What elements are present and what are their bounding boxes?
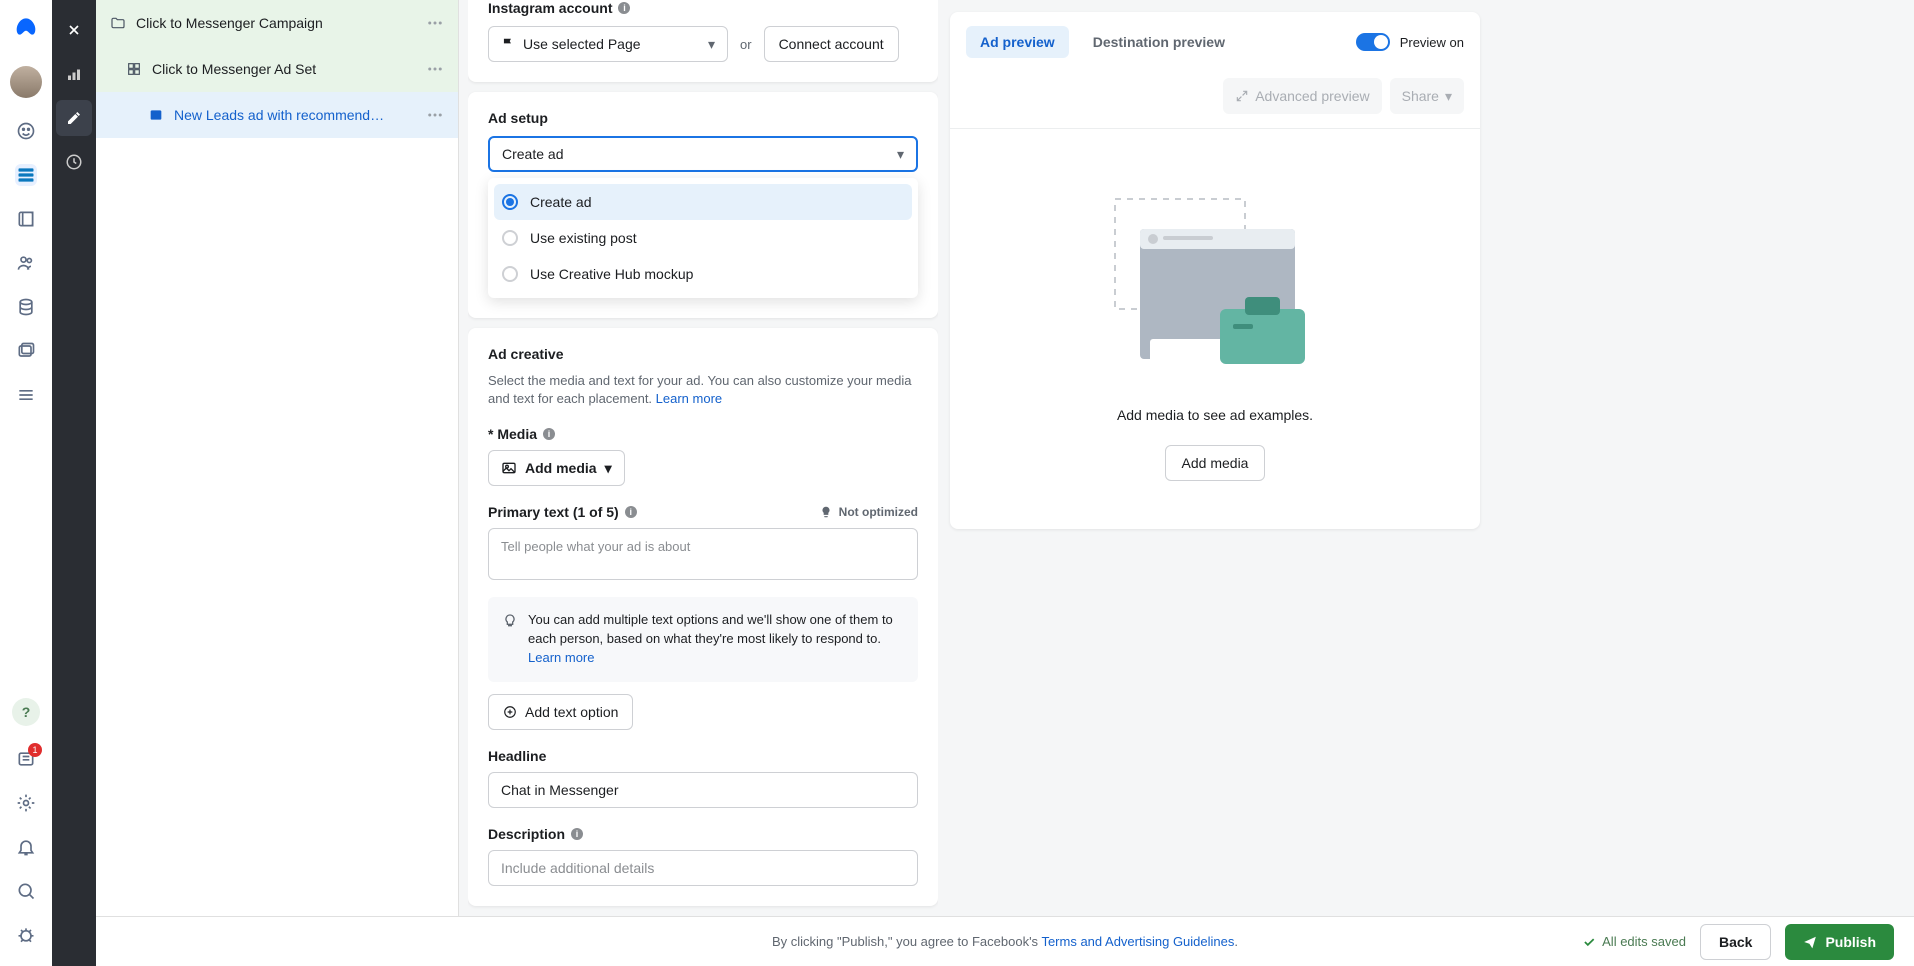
more-icon[interactable] <box>426 106 444 124</box>
radio-off-icon <box>502 230 518 246</box>
grid-icon <box>126 61 142 77</box>
flag-icon <box>501 37 515 51</box>
audiences-icon[interactable] <box>15 252 37 274</box>
description-input[interactable] <box>488 850 918 886</box>
preview-toggle[interactable] <box>1356 33 1390 51</box>
dropdown-option-create-ad[interactable]: Create ad <box>494 184 912 220</box>
preview-add-media-button[interactable]: Add media <box>1165 445 1266 481</box>
events-icon[interactable] <box>15 340 37 362</box>
image-icon <box>501 460 517 476</box>
share-button[interactable]: Share ▾ <box>1390 78 1464 114</box>
preview-empty-message: Add media to see ad examples. <box>1117 407 1313 423</box>
notifications-icon[interactable] <box>15 836 37 858</box>
ad-setup-title: Ad setup <box>488 110 918 126</box>
tree-adset[interactable]: Click to Messenger Ad Set <box>96 46 458 92</box>
chevron-down-icon: ▾ <box>1445 88 1452 105</box>
chart-icon[interactable] <box>56 56 92 92</box>
primary-text-input[interactable] <box>488 528 918 580</box>
advanced-preview-button[interactable]: Advanced preview <box>1223 78 1381 114</box>
add-media-button[interactable]: Add media ▾ <box>488 450 625 486</box>
chevron-down-icon: ▾ <box>708 36 715 53</box>
chevron-down-icon: ▾ <box>897 146 904 163</box>
user-avatar[interactable] <box>10 66 42 98</box>
close-button[interactable] <box>56 12 92 48</box>
description-label: Description <box>488 826 565 842</box>
info-icon[interactable]: i <box>543 428 555 440</box>
bulb-icon <box>819 505 833 519</box>
help-button[interactable]: ? <box>12 698 40 726</box>
learn-more-link[interactable]: Learn more <box>528 650 594 665</box>
back-button[interactable]: Back <box>1700 924 1771 960</box>
footer-agree-text: By clicking "Publish," you agree to Face… <box>772 934 1041 949</box>
connect-account-button[interactable]: Connect account <box>764 26 899 62</box>
info-icon[interactable]: i <box>571 828 583 840</box>
instagram-label: Instagram account <box>488 0 612 16</box>
tab-ad-preview[interactable]: Ad preview <box>966 26 1069 58</box>
info-icon[interactable]: i <box>618 2 630 14</box>
media-label: * Media <box>488 426 537 442</box>
headline-label: Headline <box>488 748 918 764</box>
instagram-page-select[interactable]: Use selected Page ▾ <box>488 26 728 62</box>
all-tools-icon[interactable] <box>15 384 37 406</box>
radio-off-icon <box>502 266 518 282</box>
headline-input[interactable] <box>488 772 918 808</box>
history-icon[interactable] <box>56 144 92 180</box>
learn-more-link[interactable]: Learn more <box>656 391 722 406</box>
or-text: or <box>740 37 752 52</box>
tree-ad-label: New Leads ad with recommend… <box>174 107 426 123</box>
radio-on-icon <box>502 194 518 210</box>
chevron-down-icon: ▾ <box>605 460 612 477</box>
add-text-option-button[interactable]: Add text option <box>488 694 633 730</box>
terms-link[interactable]: Terms and Advertising Guidelines <box>1041 934 1234 949</box>
news-icon[interactable]: 1 <box>15 748 37 770</box>
not-optimized-badge: Not optimized <box>819 505 918 519</box>
bulb-icon <box>502 613 518 668</box>
bug-icon[interactable] <box>15 924 37 946</box>
plus-icon <box>503 705 517 719</box>
empty-preview-illustration <box>1105 189 1325 389</box>
more-icon[interactable] <box>426 14 444 32</box>
settings-icon[interactable] <box>15 792 37 814</box>
ad-setup-dropdown: Create ad Use existing post Use Creative… <box>488 178 918 298</box>
info-icon[interactable]: i <box>625 506 637 518</box>
tree-campaign-label: Click to Messenger Campaign <box>136 15 426 31</box>
primary-text-label: Primary text (1 of 5) <box>488 504 619 520</box>
ad-creative-title: Ad creative <box>488 346 918 362</box>
ad-icon <box>148 107 164 123</box>
check-icon <box>1582 935 1596 949</box>
tab-destination-preview[interactable]: Destination preview <box>1079 26 1239 58</box>
saved-status: All edits saved <box>1582 934 1686 949</box>
tree-adset-label: Click to Messenger Ad Set <box>152 61 426 77</box>
campaigns-icon[interactable] <box>15 164 37 186</box>
folder-icon <box>110 15 126 31</box>
expand-icon <box>1235 89 1249 103</box>
billing-icon[interactable] <box>15 296 37 318</box>
ad-creative-description: Select the media and text for your ad. Y… <box>488 372 918 408</box>
tip-box: You can add multiple text options and we… <box>488 597 918 682</box>
preview-on-label: Preview on <box>1400 35 1464 50</box>
dropdown-option-existing-post[interactable]: Use existing post <box>494 220 912 256</box>
more-icon[interactable] <box>426 60 444 78</box>
tree-campaign[interactable]: Click to Messenger Campaign <box>96 0 458 46</box>
ad-setup-select[interactable]: Create ad ▾ <box>488 136 918 172</box>
meta-logo-icon[interactable] <box>12 16 40 44</box>
ads-reporting-icon[interactable] <box>15 208 37 230</box>
preview-panel: Ad preview Destination preview Preview o… <box>950 12 1480 529</box>
publish-button[interactable]: Publish <box>1785 924 1894 960</box>
footer-bar: By clicking "Publish," you agree to Face… <box>96 916 1914 966</box>
edit-icon[interactable] <box>56 100 92 136</box>
dropdown-option-creative-hub[interactable]: Use Creative Hub mockup <box>494 256 912 292</box>
news-badge: 1 <box>28 743 42 757</box>
tree-ad[interactable]: New Leads ad with recommend… <box>96 92 458 138</box>
home-icon[interactable] <box>15 120 37 142</box>
structure-tree: Click to Messenger Campaign Click to Mes… <box>96 0 458 966</box>
send-icon <box>1803 935 1817 949</box>
search-icon[interactable] <box>15 880 37 902</box>
